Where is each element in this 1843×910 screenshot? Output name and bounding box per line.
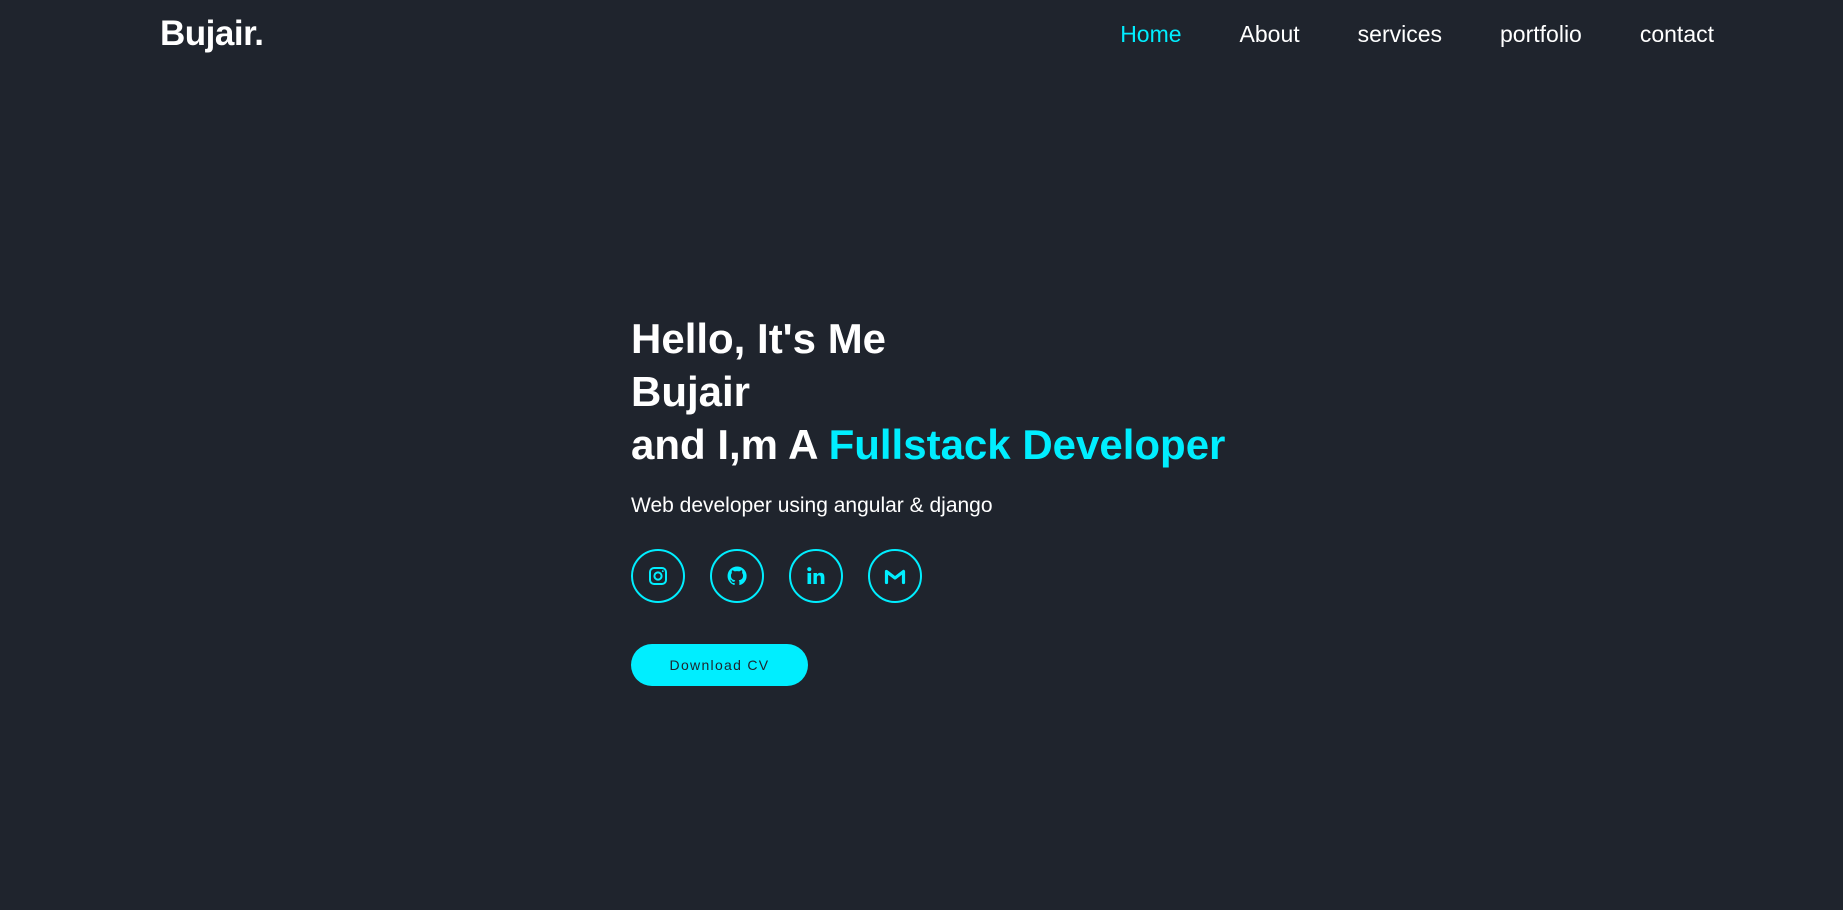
nav-contact[interactable]: contact xyxy=(1640,20,1714,48)
nav-about[interactable]: About xyxy=(1240,20,1300,48)
logo[interactable]: Bujair. xyxy=(160,14,264,54)
github-link[interactable] xyxy=(710,549,764,603)
hero-name: Bujair xyxy=(631,368,751,415)
gmail-link[interactable] xyxy=(868,549,922,603)
hero-heading: Hello, It's Me Bujair and I,m A Fullstac… xyxy=(631,312,1391,471)
main-nav: Home About services portfolio contact xyxy=(1120,20,1714,48)
site-header: Bujair. Home About services portfolio co… xyxy=(0,0,1843,70)
download-cv-button[interactable]: Download CV xyxy=(631,644,808,686)
hero-role-highlight: Fullstack Developer xyxy=(828,421,1226,468)
hero-greeting: Hello, It's Me xyxy=(631,315,887,362)
gmail-icon xyxy=(884,569,906,585)
hero-role-prefix: and I,m A xyxy=(631,421,829,468)
instagram-link[interactable] xyxy=(631,549,685,603)
nav-services[interactable]: services xyxy=(1358,20,1442,48)
social-links xyxy=(631,549,1391,603)
hero-subtitle: Web developer using angular & django xyxy=(631,494,993,517)
nav-portfolio[interactable]: portfolio xyxy=(1500,20,1582,48)
hero-section: Hello, It's Me Bujair and I,m A Fullstac… xyxy=(631,312,1391,686)
linkedin-icon xyxy=(807,567,825,584)
instagram-icon xyxy=(649,567,667,585)
linkedin-link[interactable] xyxy=(789,549,843,603)
nav-home[interactable]: Home xyxy=(1120,20,1181,48)
github-icon xyxy=(727,566,747,586)
